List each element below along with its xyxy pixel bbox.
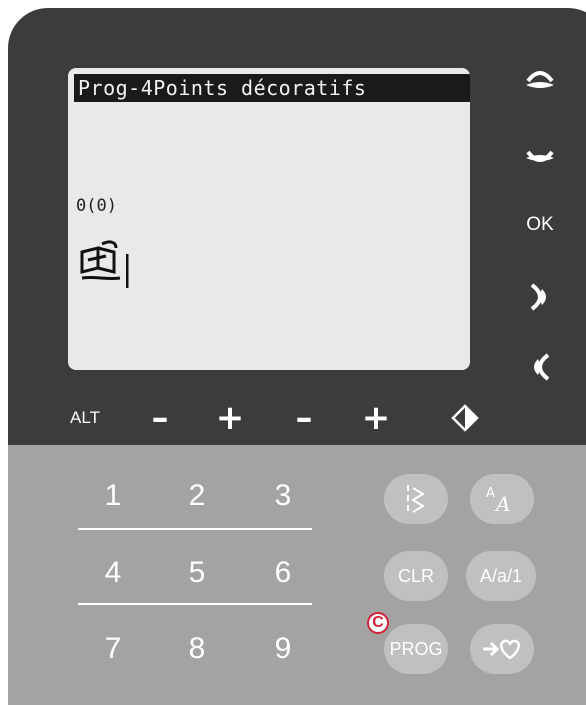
number-key-1[interactable]: 1 [88, 471, 138, 521]
stitch-menu-icon [407, 485, 425, 513]
keypad-divider [78, 528, 312, 530]
plus-icon: + [361, 398, 391, 438]
mirror-icon [451, 404, 479, 432]
keypad-divider [78, 603, 312, 605]
plus-icon: + [215, 398, 245, 438]
prog-button[interactable]: PROG [384, 624, 448, 674]
number-key-2[interactable]: 2 [172, 471, 222, 521]
alt-label: ALT [70, 408, 100, 427]
case-toggle-button[interactable]: A/a/1 [466, 551, 536, 601]
number-key-4[interactable]: 4 [88, 548, 138, 598]
scroll-down-button[interactable] [515, 125, 565, 175]
step-left-icon [534, 353, 550, 381]
number-key-3[interactable]: 3 [258, 471, 308, 521]
step-right-icon [530, 283, 546, 311]
font-menu-button[interactable]: A A [470, 474, 534, 524]
ok-button[interactable]: OK [515, 200, 565, 250]
scroll-up-button[interactable] [515, 58, 565, 108]
mirror-button[interactable] [445, 398, 485, 438]
scroll-up-icon [526, 71, 554, 88]
clr-label: CLR [397, 565, 434, 586]
stitch-length-plus-button[interactable]: + [356, 398, 396, 438]
font-menu-icon: A A [486, 486, 510, 516]
ok-label: OK [526, 214, 554, 235]
prog-label: PROG [389, 638, 443, 659]
number-key-6[interactable]: 6 [258, 548, 308, 598]
lcd-screen: Prog-4Points décoratifs 0(0) [68, 68, 470, 370]
alt-button[interactable]: ALT [62, 398, 108, 438]
screen-title: Prog-4Points décoratifs [74, 74, 470, 102]
stitch-program-icon [80, 240, 129, 288]
minus-icon: – [151, 398, 169, 438]
step-right-button[interactable] [515, 272, 565, 322]
stitch-menu-button[interactable] [384, 474, 448, 524]
stitch-counter: 0(0) [76, 196, 117, 216]
minus-icon: – [295, 398, 313, 438]
scroll-down-icon [526, 150, 554, 162]
stitch-length-minus-button[interactable]: – [284, 398, 324, 438]
svg-text:A: A [486, 486, 495, 501]
number-key-8[interactable]: 8 [172, 624, 222, 674]
clr-button[interactable]: CLR [384, 551, 448, 601]
case-label: A/a/1 [479, 565, 523, 586]
svg-text:A: A [494, 492, 510, 516]
save-favorite-icon [483, 639, 520, 660]
step-left-button[interactable] [515, 342, 565, 392]
stitch-width-minus-button[interactable]: – [140, 398, 180, 438]
save-favorite-button[interactable] [470, 624, 534, 674]
number-key-7[interactable]: 7 [88, 624, 138, 674]
number-key-5[interactable]: 5 [172, 548, 222, 598]
number-key-9[interactable]: 9 [258, 624, 308, 674]
stitch-width-plus-button[interactable]: + [210, 398, 250, 438]
callout-marker-c: C [367, 612, 389, 634]
